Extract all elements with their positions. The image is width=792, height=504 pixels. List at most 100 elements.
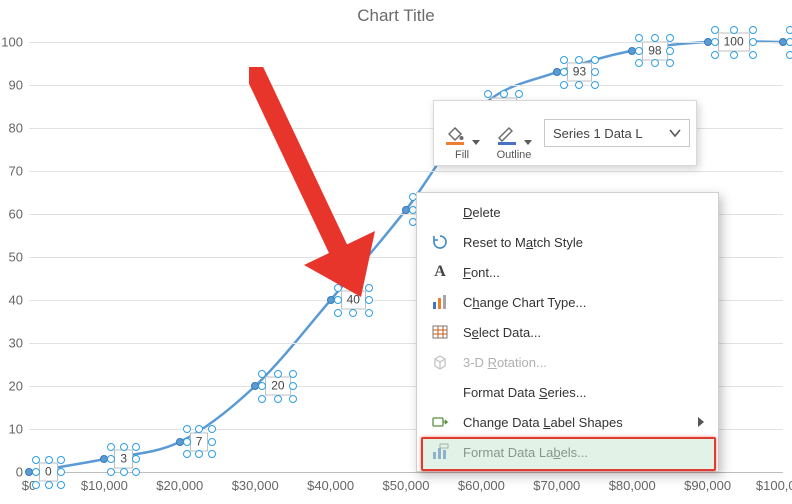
selection-handle[interactable] bbox=[289, 395, 297, 403]
selection-handle[interactable] bbox=[195, 425, 203, 433]
menu-item-format-series[interactable]: Format Data Series... bbox=[417, 377, 718, 407]
chart-title[interactable]: Chart Title bbox=[0, 6, 792, 26]
selection-handle[interactable] bbox=[208, 438, 216, 446]
fill-button[interactable]: Fill bbox=[440, 105, 484, 161]
menu-item-3d-rotation: 3-D Rotation... bbox=[417, 347, 718, 377]
selection-handle[interactable] bbox=[274, 370, 282, 378]
selection-handle[interactable] bbox=[334, 309, 342, 317]
selection-handle[interactable] bbox=[591, 81, 599, 89]
selection-handle[interactable] bbox=[575, 56, 583, 64]
selection-handle[interactable] bbox=[515, 90, 523, 98]
selection-handle[interactable] bbox=[183, 438, 191, 446]
chevron-down-icon bbox=[524, 140, 532, 145]
selection-handle[interactable] bbox=[132, 443, 140, 451]
selection-handle[interactable] bbox=[57, 456, 65, 464]
menu-item-label: Reset to Match Style bbox=[463, 235, 704, 250]
selection-handle[interactable] bbox=[635, 59, 643, 67]
selection-handle[interactable] bbox=[120, 443, 128, 451]
data-label-text: 20 bbox=[265, 377, 290, 396]
selection-handle[interactable] bbox=[711, 38, 719, 46]
selection-handle[interactable] bbox=[208, 425, 216, 433]
selection-handle[interactable] bbox=[107, 455, 115, 463]
selection-handle[interactable] bbox=[120, 468, 128, 476]
data-label-text: 40 bbox=[341, 291, 366, 310]
selection-handle[interactable] bbox=[107, 443, 115, 451]
selection-handle[interactable] bbox=[132, 455, 140, 463]
selection-handle[interactable] bbox=[208, 450, 216, 458]
menu-item-label: Select Data... bbox=[463, 325, 704, 340]
menu-item-label: Font... bbox=[463, 265, 704, 280]
selection-handle[interactable] bbox=[365, 296, 373, 304]
selection-handle[interactable] bbox=[349, 284, 357, 292]
selection-handle[interactable] bbox=[195, 450, 203, 458]
y-tick-label: 100 bbox=[1, 35, 23, 50]
gridline bbox=[29, 171, 783, 172]
data-label-text: 0 bbox=[39, 463, 58, 482]
font-icon: A bbox=[429, 261, 451, 283]
selection-handle[interactable] bbox=[560, 68, 568, 76]
menu-item-select-data[interactable]: Select Data... bbox=[417, 317, 718, 347]
selection-handle[interactable] bbox=[349, 309, 357, 317]
chevron-right-icon bbox=[698, 417, 704, 427]
x-tick-label: $90,000 bbox=[684, 478, 731, 493]
selection-handle[interactable] bbox=[334, 296, 342, 304]
selection-handle[interactable] bbox=[258, 382, 266, 390]
selection-handle[interactable] bbox=[749, 26, 757, 34]
selection-handle[interactable] bbox=[57, 468, 65, 476]
selection-handle[interactable] bbox=[749, 51, 757, 59]
selection-handle[interactable] bbox=[132, 468, 140, 476]
selection-handle[interactable] bbox=[274, 395, 282, 403]
selection-handle[interactable] bbox=[666, 34, 674, 42]
selection-handle[interactable] bbox=[334, 284, 342, 292]
selection-handle[interactable] bbox=[258, 370, 266, 378]
selection-handle[interactable] bbox=[666, 47, 674, 55]
selection-handle[interactable] bbox=[365, 284, 373, 292]
cube-icon bbox=[429, 351, 451, 373]
selection-handle[interactable] bbox=[258, 395, 266, 403]
selection-handle[interactable] bbox=[32, 468, 40, 476]
gridline bbox=[29, 85, 783, 86]
menu-item-reset[interactable]: Reset to Match Style bbox=[417, 227, 718, 257]
selection-handle[interactable] bbox=[575, 81, 583, 89]
selection-handle[interactable] bbox=[560, 56, 568, 64]
selection-handle[interactable] bbox=[107, 468, 115, 476]
selection-handle[interactable] bbox=[289, 370, 297, 378]
x-tick-label: $20,000 bbox=[156, 478, 203, 493]
selection-handle[interactable] bbox=[786, 26, 792, 34]
selection-handle[interactable] bbox=[289, 382, 297, 390]
selection-handle[interactable] bbox=[183, 425, 191, 433]
menu-item-delete[interactable]: Delete bbox=[417, 197, 718, 227]
selection-handle[interactable] bbox=[651, 34, 659, 42]
selection-handle[interactable] bbox=[45, 481, 53, 489]
selection-handle[interactable] bbox=[711, 51, 719, 59]
selection-handle[interactable] bbox=[635, 47, 643, 55]
selection-handle[interactable] bbox=[32, 456, 40, 464]
element-selector-dropdown[interactable]: Series 1 Data L bbox=[544, 119, 690, 147]
selection-handle[interactable] bbox=[365, 309, 373, 317]
selection-handle[interactable] bbox=[484, 90, 492, 98]
selection-handle[interactable] bbox=[635, 34, 643, 42]
selection-handle[interactable] bbox=[57, 481, 65, 489]
menu-item-change-label-shapes[interactable]: Change Data Label Shapes bbox=[417, 407, 718, 437]
selection-handle[interactable] bbox=[786, 51, 792, 59]
selection-handle[interactable] bbox=[786, 38, 792, 46]
selection-handle[interactable] bbox=[730, 26, 738, 34]
selection-handle[interactable] bbox=[730, 51, 738, 59]
selection-handle[interactable] bbox=[666, 59, 674, 67]
x-tick-label: $100,000 bbox=[756, 478, 792, 493]
selection-handle[interactable] bbox=[749, 38, 757, 46]
selection-handle[interactable] bbox=[591, 56, 599, 64]
outline-button[interactable]: Outline bbox=[492, 105, 536, 161]
selection-handle[interactable] bbox=[591, 68, 599, 76]
selection-handle[interactable] bbox=[560, 81, 568, 89]
reset-icon bbox=[429, 231, 451, 253]
menu-item-font[interactable]: A Font... bbox=[417, 257, 718, 287]
selection-handle[interactable] bbox=[183, 450, 191, 458]
menu-item-change-chart-type[interactable]: Change Chart Type... bbox=[417, 287, 718, 317]
selection-handle[interactable] bbox=[45, 456, 53, 464]
selection-handle[interactable] bbox=[500, 90, 508, 98]
selection-handle[interactable] bbox=[651, 59, 659, 67]
selection-handle[interactable] bbox=[711, 26, 719, 34]
menu-item-format-labels[interactable]: Format Data Labels... bbox=[417, 437, 718, 467]
selection-handle[interactable] bbox=[32, 481, 40, 489]
